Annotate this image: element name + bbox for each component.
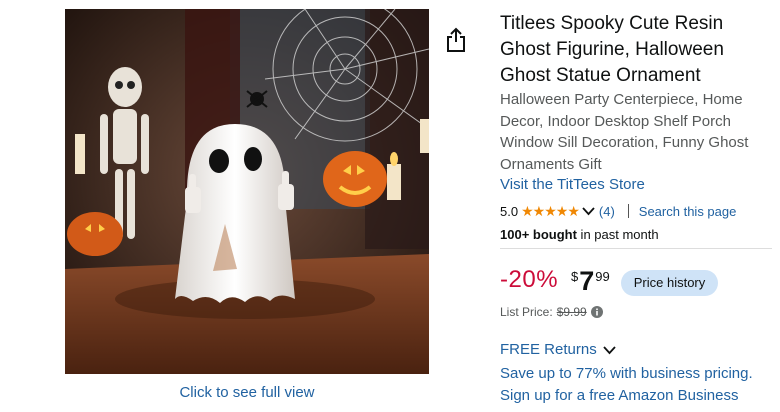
divider-line [500, 248, 772, 249]
product-subtitle: Halloween Party Centerpiece, Home Decor,… [500, 91, 749, 174]
price-whole: 7 [579, 266, 595, 296]
price-currency: $ [571, 269, 579, 284]
business-pricing-link[interactable]: Save up to 77% with business pricing. [500, 365, 753, 382]
price-history-button[interactable]: Price history [621, 270, 718, 296]
share-icon[interactable] [444, 27, 468, 53]
star-icon: ★ [567, 203, 580, 219]
list-price: List Price: $9.99 [500, 305, 603, 319]
star-icon: ★ [555, 203, 569, 219]
star-icon: ★ [544, 203, 557, 219]
free-returns-label: FREE Returns [500, 341, 597, 358]
info-icon[interactable] [590, 306, 603, 318]
store-link[interactable]: Visit the TitTees Store [500, 176, 645, 193]
price: $ 7 99 [571, 266, 610, 296]
list-price-value: $9.99 [556, 305, 587, 319]
bought-in-past-month: 100+ bought in past month [500, 227, 659, 242]
product-image[interactable] [65, 9, 429, 374]
bought-suffix: in past month [576, 227, 659, 242]
star-icon: ★ [521, 203, 534, 219]
full-view-link[interactable]: Click to see full view [65, 384, 429, 401]
star-icon: ★ [532, 203, 546, 219]
free-returns-link[interactable]: FREE Returns [500, 341, 616, 358]
price-fraction: 99 [595, 269, 610, 284]
discount-percent: -20% [500, 266, 559, 293]
bought-count: 100+ bought [500, 227, 577, 242]
star-rating-icon[interactable]: ★ ★ ★ ★ ★ [521, 203, 580, 219]
product-title: Titlees Spooky Cute Resin Ghost Figurine… [500, 13, 724, 86]
chevron-down-icon[interactable] [582, 206, 595, 216]
search-this-page-link[interactable]: Search this page [639, 204, 737, 219]
list-price-label: List Price: [500, 305, 553, 319]
divider [627, 204, 629, 218]
rating-row: 5.0 ★ ★ ★ ★ ★ (4) Search this page [500, 202, 736, 220]
rating-value: 5.0 [500, 203, 519, 219]
amazon-business-signup-link[interactable]: Sign up for a free Amazon Business [500, 387, 738, 404]
rating-count-link[interactable]: (4) [599, 204, 615, 219]
ghost-figurine-image [65, 9, 429, 374]
chevron-down-icon [603, 345, 616, 354]
